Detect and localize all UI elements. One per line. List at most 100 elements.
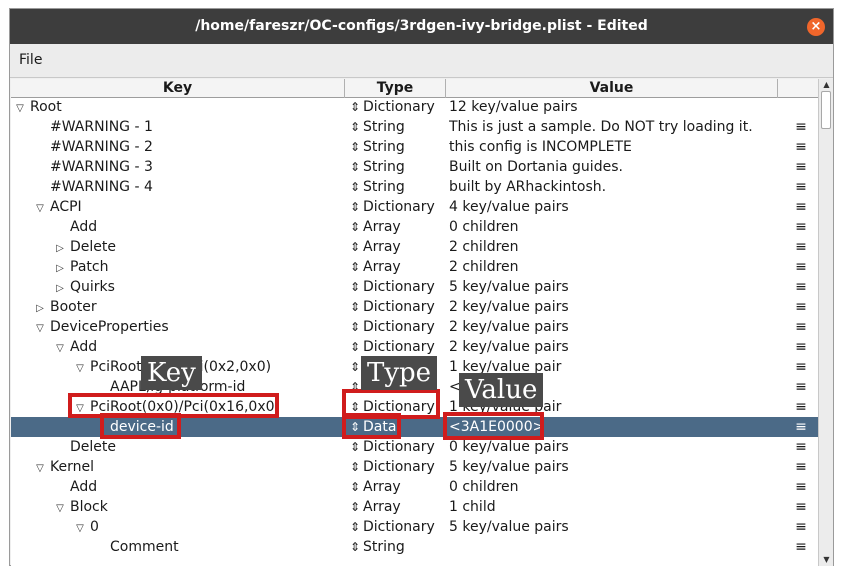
row-key-cell[interactable]: ▷ Quirks	[54, 277, 115, 297]
close-button[interactable]: ×	[807, 18, 825, 36]
expand-down-icon[interactable]: ▽	[74, 519, 86, 539]
table-row[interactable]: ▷ Delete ⇕ Array 2 children ≡	[11, 237, 818, 257]
table-row[interactable]: #WARNING - 3 ⇕ String Built on Dortania gui…	[11, 157, 818, 177]
table-row[interactable]: Comment ⇕ String ≡	[11, 537, 818, 557]
row-key-cell[interactable]: Comment	[94, 537, 179, 557]
row-menu-icon[interactable]: ≡	[791, 177, 811, 197]
row-key-cell[interactable]: ▽ Kernel	[34, 457, 94, 477]
table-row[interactable]: ▷ Quirks ⇕ Dictionary 5 key/value pairs ≡	[11, 277, 818, 297]
menu-file[interactable]: File	[19, 52, 42, 68]
row-key-cell[interactable]: #WARNING - 3	[34, 157, 153, 177]
expand-right-icon[interactable]: ▷	[54, 259, 66, 279]
row-value-cell[interactable]: 4 key/value pairs	[449, 197, 779, 217]
row-type-selector[interactable]: ⇕Dictionary	[349, 97, 445, 117]
row-value-cell[interactable]: 2 children	[449, 237, 779, 257]
row-type-selector[interactable]: ⇕ String	[349, 117, 445, 137]
row-value-cell[interactable]: This is just a sample. Do NOT try loadin…	[449, 117, 779, 137]
expand-right-icon[interactable]: ▷	[54, 279, 66, 299]
row-key-cell[interactable]: #WARNING - 2	[34, 137, 153, 157]
expand-down-icon[interactable]: ▽	[14, 99, 26, 119]
expand-down-icon[interactable]: ▽	[74, 359, 86, 379]
row-type-selector[interactable]: ⇕ Array	[349, 237, 445, 257]
expand-down-icon[interactable]: ▽	[54, 339, 66, 359]
table-row[interactable]: ▽ Add ⇕ Dictionary 2 key/value pairs ≡	[11, 337, 818, 357]
row-menu-icon[interactable]: ≡	[791, 157, 811, 177]
row-menu-icon[interactable]: ≡	[791, 477, 811, 497]
row-value-cell[interactable]: 0 children	[449, 477, 779, 497]
row-value-cell[interactable]: 0 key/value pairs	[449, 437, 779, 457]
row-type-selector[interactable]: ⇕Dictionary	[349, 297, 445, 317]
row-key-cell[interactable]: Add	[54, 217, 97, 237]
table-row[interactable]: ▽ DeviceProperties ⇕ Dictionary 2 key/value …	[11, 317, 818, 337]
row-menu-icon[interactable]: ≡	[791, 457, 811, 477]
row-menu-icon[interactable]: ≡	[791, 397, 811, 417]
table-row[interactable]: ▽ 0 ⇕ Dictionary 5 key/value pairs ≡	[11, 517, 818, 537]
vertical-scrollbar[interactable]: ▲ ▼	[818, 79, 833, 566]
column-header-key[interactable]: Key	[11, 79, 345, 98]
expand-right-icon[interactable]: ▷	[34, 299, 46, 319]
expand-down-icon[interactable]: ▽	[34, 319, 46, 339]
row-key-cell[interactable]: ▽ Root	[14, 97, 62, 117]
row-key-cell[interactable]: #WARNING - 1	[34, 117, 153, 137]
row-menu-icon[interactable]: ≡	[791, 217, 811, 237]
column-header-type[interactable]: Type	[345, 79, 446, 98]
row-key-cell[interactable]: ▷ Booter	[34, 297, 96, 319]
row-menu-icon[interactable]: ≡	[791, 137, 811, 157]
row-type-selector[interactable]: ⇕ Array	[349, 257, 445, 277]
table-row[interactable]: ▽ Block ⇕ Array 1 child ≡	[11, 497, 818, 517]
row-menu-icon[interactable]: ≡	[791, 257, 811, 277]
row-type-selector[interactable]: ⇕Dictionary	[349, 437, 445, 457]
row-key-cell[interactable]: ▽ ACPI	[34, 197, 82, 217]
row-value-cell[interactable]: 1 child	[449, 497, 779, 517]
table-row[interactable]: ▽ ACPI ⇕ Dictionary 4 key/value pairs ≡	[11, 197, 818, 217]
row-type-selector[interactable]: ⇕ Array	[349, 497, 445, 517]
row-menu-icon[interactable]: ≡	[791, 317, 811, 337]
row-value-cell[interactable]: 5 key/value pairs	[449, 517, 779, 537]
row-key-cell[interactable]: ▽ 0	[74, 517, 99, 537]
table-row[interactable]: ▽ Kernel ⇕ Dictionary 5 key/value pairs ≡	[11, 457, 818, 477]
row-key-cell[interactable]: Add	[54, 477, 97, 497]
row-type-selector[interactable]: ⇕ Array	[349, 477, 445, 497]
expand-down-icon[interactable]: ▽	[34, 459, 46, 479]
row-type-selector[interactable]: ⇕Dictionary	[349, 317, 445, 337]
title-bar[interactable]: /home/fareszr/OC-configs/3rdgen-ivy-brid…	[10, 9, 833, 44]
row-type-selector[interactable]: ⇕Dictionary	[349, 457, 445, 477]
row-value-cell[interactable]: 2 children	[449, 257, 779, 277]
scroll-down-arrow-icon[interactable]: ▼	[821, 555, 832, 565]
table-row[interactable]: #WARNING - 2 ⇕ String this config is INCOMP…	[11, 137, 818, 157]
row-value-cell[interactable]: built by ARhackintosh.	[449, 177, 779, 197]
row-key-cell[interactable]: ▷ Delete	[54, 237, 116, 257]
row-value-cell[interactable]: Built on Dortania guides.	[449, 157, 779, 177]
scroll-up-arrow-icon[interactable]: ▲	[821, 80, 832, 90]
row-type-selector[interactable]: ⇕ String	[349, 537, 445, 557]
row-key-cell[interactable]: #WARNING - 4	[34, 177, 153, 197]
row-type-selector[interactable]: ⇕ String	[349, 137, 445, 157]
row-value-cell[interactable]: 2 key/value pairs	[449, 317, 779, 337]
row-value-cell[interactable]: 0 children	[449, 217, 779, 237]
row-menu-icon[interactable]: ≡	[791, 277, 811, 297]
row-menu-icon[interactable]: ≡	[791, 337, 811, 357]
row-menu-icon[interactable]: ≡	[791, 357, 811, 377]
row-menu-icon[interactable]: ≡	[791, 437, 811, 457]
row-type-selector[interactable]: ⇕Dictionary	[349, 277, 445, 297]
row-key-cell[interactable]: ▽ Add	[54, 337, 97, 357]
row-type-selector[interactable]: ⇕ Array	[349, 217, 445, 237]
expand-right-icon[interactable]: ▷	[54, 239, 66, 259]
row-menu-icon[interactable]: ≡	[791, 117, 811, 137]
expand-down-icon[interactable]: ▽	[54, 499, 66, 519]
row-value-cell[interactable]: 12 key/value pairs	[449, 97, 779, 117]
row-type-selector[interactable]: ⇕Dictionary	[349, 517, 445, 537]
table-row[interactable]: ▽ Root ⇕ Dictionary 12 key/value pairs	[11, 97, 818, 117]
row-value-cell[interactable]: 2 key/value pairs	[449, 337, 779, 357]
row-menu-icon[interactable]: ≡	[791, 237, 811, 257]
row-key-cell[interactable]: ▽ DeviceProperties	[34, 317, 169, 337]
table-row[interactable]: ▷ Booter ⇕ Dictionary 2 key/value pairs ≡	[11, 297, 818, 317]
row-key-cell[interactable]: Delete	[54, 437, 116, 457]
row-menu-icon[interactable]: ≡	[791, 497, 811, 517]
row-key-cell[interactable]: ▷ Patch	[54, 257, 108, 277]
expand-down-icon[interactable]: ▽	[34, 199, 46, 219]
scroll-thumb[interactable]	[821, 91, 831, 129]
row-type-selector[interactable]: ⇕ String	[349, 177, 445, 197]
row-value-cell[interactable]: 2 key/value pairs	[449, 297, 779, 317]
row-menu-icon[interactable]: ≡	[791, 517, 811, 537]
